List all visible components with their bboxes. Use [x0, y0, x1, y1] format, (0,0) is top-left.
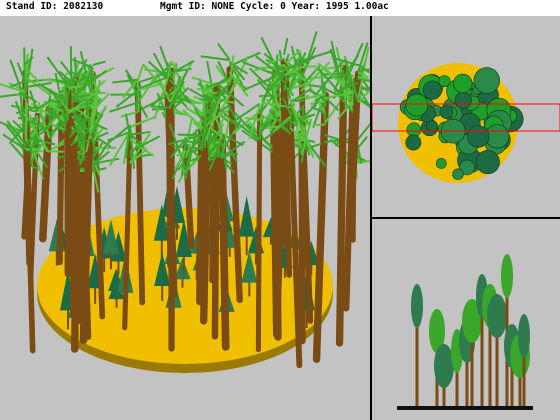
tree-crown — [439, 105, 454, 119]
perspective-view[interactable] — [0, 16, 370, 420]
plan-view[interactable] — [372, 16, 560, 217]
tree-crown — [453, 73, 473, 94]
profile-view[interactable] — [372, 219, 560, 420]
tree-crown — [473, 67, 500, 94]
perspective-canvas — [0, 30, 370, 373]
management-info-label: Mgmt ID: NONE Cycle: 0 Year: 1995 1.00ac — [160, 1, 389, 12]
tree-crown — [435, 158, 447, 169]
tall-tree — [323, 55, 370, 312]
title-bar: Stand ID: 2082130 Mgmt ID: NONE Cycle: 0… — [0, 0, 560, 14]
tree-crown — [426, 120, 438, 132]
profile-tree — [411, 284, 423, 406]
tree-crown — [405, 134, 422, 151]
plan-canvas — [372, 63, 560, 183]
tree-crown — [405, 93, 429, 117]
tree-crown — [454, 91, 472, 110]
profile-canvas — [397, 254, 533, 410]
tree-crown — [475, 150, 500, 175]
profile-ground-line — [397, 406, 533, 410]
tree-crown — [438, 75, 451, 88]
tree-crown — [467, 125, 490, 148]
tree-crown — [422, 80, 442, 100]
tree-crown — [452, 168, 464, 180]
stand-id-label: Stand ID: 2082130 — [6, 1, 104, 12]
